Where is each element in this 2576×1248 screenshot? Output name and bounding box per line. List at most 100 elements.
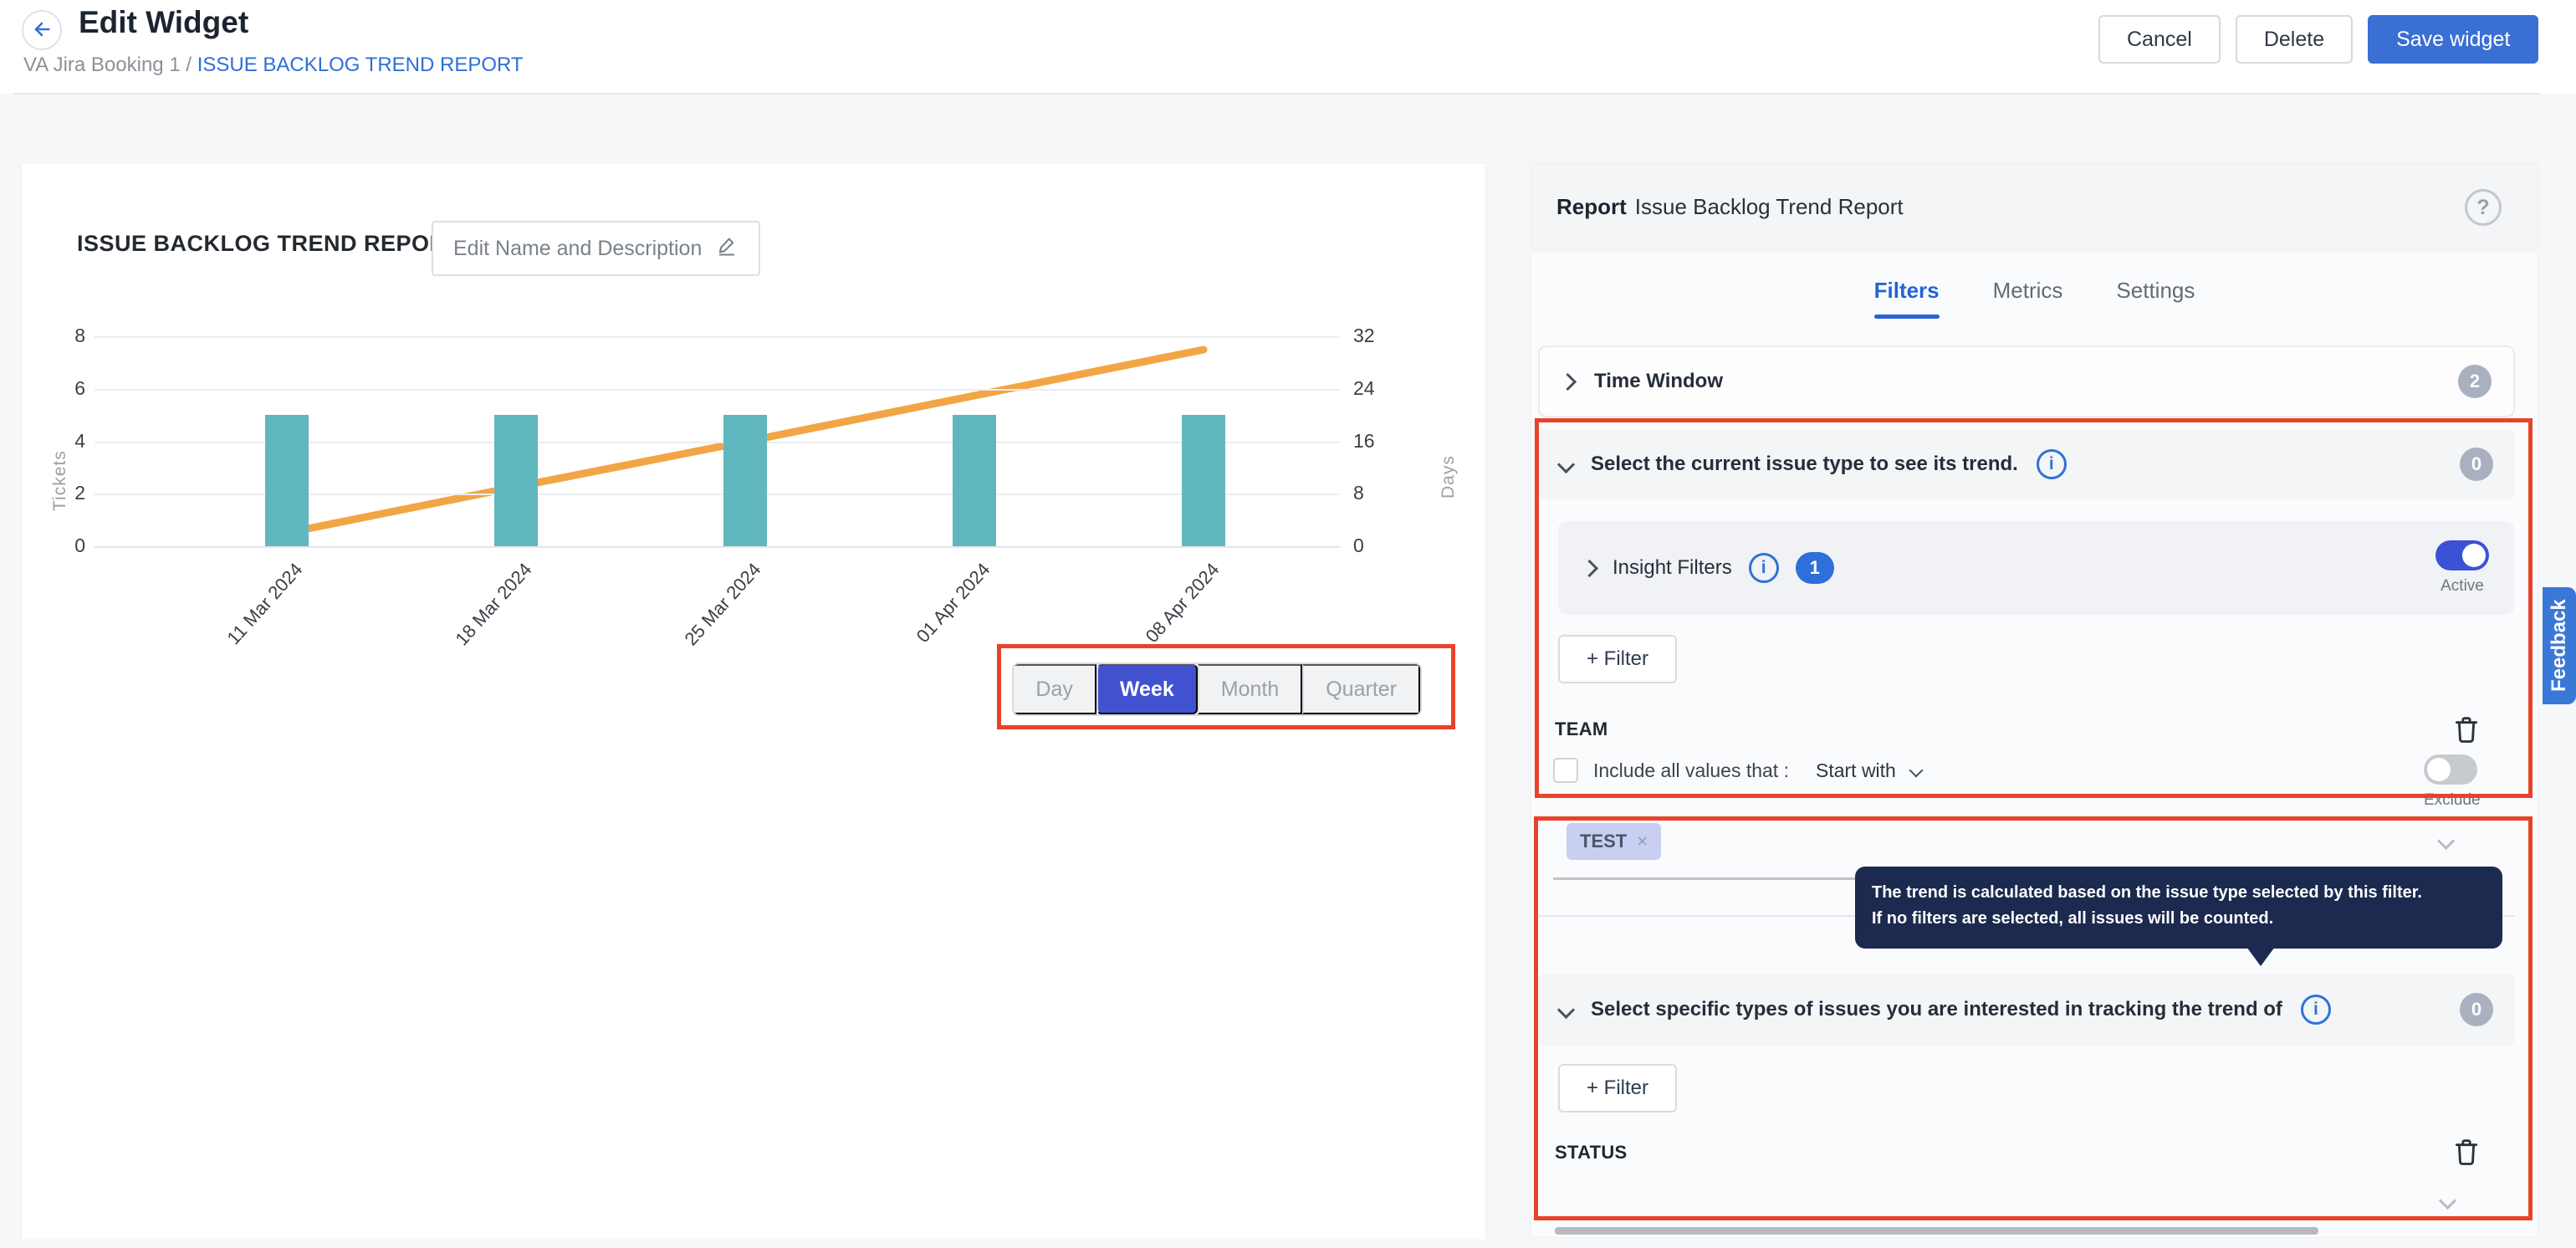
toggle-knob (2427, 758, 2451, 781)
info-icon[interactable]: i (2301, 995, 2331, 1025)
topbar-actions: Cancel Delete Save widget (2098, 15, 2538, 64)
insight-filters-active-toggle[interactable] (2435, 540, 2489, 570)
include-all-values-checkbox[interactable] (1553, 758, 1578, 783)
time-window-section[interactable]: Time Window 2 (1538, 345, 2515, 417)
breadcrumb-report-link[interactable]: ISSUE BACKLOG TREND REPORT (197, 54, 524, 76)
time-window-badge: 2 (2458, 365, 2492, 398)
right-axis-tick: 24 (1353, 377, 1412, 400)
tooltip-line-1: The trend is calculated based on the iss… (1872, 880, 2486, 906)
report-name: Issue Backlog Trend Report (1635, 194, 1904, 219)
tooltip-arrow (2246, 947, 2275, 966)
report-settings-panel: Report Issue Backlog Trend Report ? Filte… (1531, 163, 2538, 1238)
edit-name-description-button[interactable]: Edit Name and Description (432, 221, 760, 276)
breadcrumb-project: VA Jira Booking 1 (23, 54, 181, 76)
insight-filters-badge: 1 (1796, 552, 1834, 584)
team-include-row: Include all values that : Start with (1553, 758, 1921, 783)
chevron-down-icon (1557, 455, 1575, 473)
info-icon[interactable]: i (1749, 553, 1779, 583)
chart-bar[interactable] (953, 415, 996, 546)
granularity-week-button[interactable]: Week (1096, 664, 1198, 714)
chart-bar[interactable] (723, 415, 767, 546)
specific-types-section-header[interactable]: Select specific types of issues you are … (1538, 974, 2515, 1046)
x-axis-label: 11 Mar 2024 (191, 559, 308, 685)
cancel-button[interactable]: Cancel (2098, 15, 2221, 64)
exclude-toggle[interactable] (2424, 754, 2477, 785)
team-value-tag[interactable]: TEST × (1567, 823, 1661, 860)
grid-line (95, 336, 1340, 338)
info-icon[interactable]: i (2037, 449, 2067, 479)
active-toggle-wrap: Active (2435, 540, 2489, 596)
operator-select[interactable]: Start with (1816, 760, 1921, 782)
right-axis-tick: 32 (1353, 325, 1412, 347)
trash-icon[interactable] (2448, 712, 2485, 749)
tooltip-line-2: If no filters are selected, all issues w… (1872, 906, 2486, 932)
issue-type-section-header[interactable]: Select the current issue type to see its… (1538, 429, 2515, 499)
close-icon[interactable]: × (1637, 831, 1648, 852)
chart-bar[interactable] (265, 415, 309, 546)
include-all-values-label: Include all values that : (1593, 760, 1789, 782)
granularity-quarter-button[interactable]: Quarter (1302, 664, 1420, 714)
right-axis-title: Days (1439, 381, 1459, 499)
dropdown-chevron-icon[interactable] (2437, 832, 2455, 850)
right-axis-tick: 0 (1353, 534, 1412, 557)
insight-filters-card[interactable]: Insight Filters i 1 Active (1558, 521, 2514, 615)
report-title: Report Issue Backlog Trend Report (1556, 194, 1904, 220)
dropdown-chevron-icon[interactable] (2439, 1192, 2456, 1210)
right-axis-tick: 16 (1353, 430, 1412, 453)
grid-line (95, 389, 1340, 391)
specific-types-section-badge: 0 (2460, 993, 2493, 1026)
left-axis-tick: 4 (32, 430, 85, 453)
chevron-right-icon (1581, 559, 1598, 576)
specific-types-section-label: Select specific types of issues you are … (1591, 998, 2282, 1021)
left-axis-tick: 0 (32, 534, 85, 557)
widget-title: ISSUE BACKLOG TREND REPORT (77, 231, 461, 257)
status-input-underline[interactable] (1555, 1227, 2318, 1235)
tab-filters[interactable]: Filters (1874, 278, 1940, 319)
chevron-down-icon (1909, 764, 1923, 778)
granularity-day-button[interactable]: Day (1014, 664, 1096, 714)
x-axis-label: 25 Mar 2024 (649, 559, 766, 685)
feedback-tab[interactable]: Feedback (2543, 587, 2576, 704)
trash-icon[interactable] (2448, 1134, 2485, 1171)
delete-button[interactable]: Delete (2236, 15, 2353, 64)
add-filter-button[interactable]: + Filter (1558, 635, 1677, 683)
left-axis-tick: 2 (32, 482, 85, 504)
chevron-right-icon (1559, 372, 1577, 390)
x-axis-label: 18 Mar 2024 (420, 559, 537, 685)
tab-metrics[interactable]: Metrics (1993, 278, 2063, 319)
operator-value: Start with (1816, 760, 1896, 782)
back-arrow-icon (30, 18, 54, 43)
chevron-down-icon (1557, 1000, 1575, 1018)
add-filter-button[interactable]: + Filter (1558, 1064, 1677, 1112)
granularity-month-button[interactable]: Month (1198, 664, 1302, 714)
tab-settings[interactable]: Settings (2116, 278, 2195, 319)
active-toggle-label: Active (2435, 577, 2489, 596)
exclude-toggle-label: Exclude (2424, 791, 2481, 810)
save-widget-button[interactable]: Save widget (2368, 15, 2538, 64)
issue-type-section-badge: 0 (2460, 448, 2493, 481)
filter-tooltip: The trend is calculated based on the iss… (1855, 867, 2502, 949)
edit-name-label: Edit Name and Description (453, 237, 702, 261)
edit-pencil-icon (715, 234, 739, 263)
toggle-knob (2462, 544, 2486, 567)
left-axis-tick: 6 (32, 377, 85, 400)
right-axis-tick: 8 (1353, 482, 1412, 504)
report-label: Report (1556, 194, 1627, 219)
exclude-toggle-wrap: Exclude (2424, 754, 2481, 810)
status-heading: STATUS (1555, 1142, 1628, 1164)
breadcrumb: VA Jira Booking 1 / ISSUE BACKLOG TREND … (23, 54, 524, 77)
time-window-label: Time Window (1594, 370, 1723, 393)
issue-type-section-label: Select the current issue type to see its… (1591, 453, 2018, 476)
breadcrumb-separator: / (181, 54, 197, 76)
page-title: Edit Widget (79, 5, 248, 40)
header-divider (13, 93, 2539, 95)
granularity-segmented-control: DayWeekMonthQuarter (1012, 662, 1422, 716)
x-axis-label: 01 Apr 2024 (878, 559, 995, 685)
chart-bar[interactable] (1182, 415, 1225, 546)
help-icon[interactable]: ? (2465, 189, 2502, 226)
back-button[interactable] (22, 10, 62, 50)
top-bar: Edit Widget VA Jira Booking 1 / ISSUE BA… (0, 0, 2576, 94)
chart-bar[interactable] (494, 415, 538, 546)
team-heading: TEAM (1555, 719, 1608, 740)
tag-label: TEST (1580, 831, 1627, 852)
